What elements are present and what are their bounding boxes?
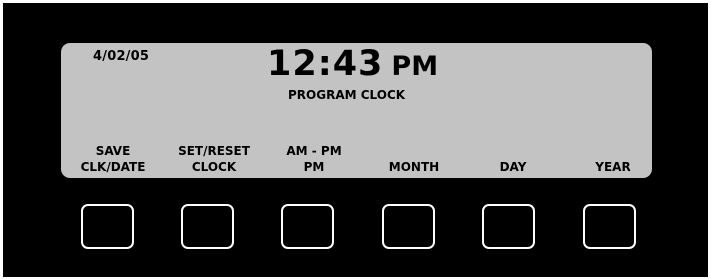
softkey-label-line2: MONTH bbox=[388, 160, 440, 174]
softkey-label-line2: CLOCK bbox=[191, 160, 237, 174]
time-ampm: PM bbox=[391, 51, 439, 82]
time-readout: 12:43 PM bbox=[267, 47, 438, 82]
save-clk-date-button[interactable] bbox=[81, 204, 134, 249]
softkey-label-line1: SAVE bbox=[95, 144, 131, 158]
lcd-display: 4/02/05 12:43 PM PROGRAM CLOCK SAVE CLK/D… bbox=[61, 43, 652, 178]
time-value: 12:43 bbox=[267, 44, 384, 84]
softkey-label-line2: CLK/DATE bbox=[80, 160, 146, 174]
softkey-label-line2: YEAR bbox=[595, 160, 631, 174]
month-button[interactable] bbox=[382, 204, 435, 249]
softkey-label-save-clk-date: SAVE CLK/DATE bbox=[67, 141, 159, 175]
softkey-label-line1: SET/RESET bbox=[178, 144, 250, 158]
set-reset-clock-button[interactable] bbox=[181, 204, 234, 249]
date-readout: 4/02/05 bbox=[93, 49, 150, 64]
softkey-label-set-reset-clock: SET/RESET CLOCK bbox=[168, 141, 260, 175]
year-button[interactable] bbox=[583, 204, 636, 249]
softkey-label-day: DAY bbox=[467, 141, 559, 175]
softkey-label-year: YEAR bbox=[567, 141, 659, 175]
am-pm-button[interactable] bbox=[281, 204, 334, 249]
softkey-label-line2: PM bbox=[303, 160, 325, 174]
softkey-label-month: MONTH bbox=[368, 141, 460, 175]
softkey-label-am-pm: AM - PM PM bbox=[268, 141, 360, 175]
softkey-label-line2: DAY bbox=[499, 160, 527, 174]
softkey-label-line1: AM - PM bbox=[286, 144, 342, 158]
mode-label: PROGRAM CLOCK bbox=[288, 88, 406, 102]
day-button[interactable] bbox=[482, 204, 535, 249]
controller-panel: 4/02/05 12:43 PM PROGRAM CLOCK SAVE CLK/D… bbox=[3, 3, 708, 277]
